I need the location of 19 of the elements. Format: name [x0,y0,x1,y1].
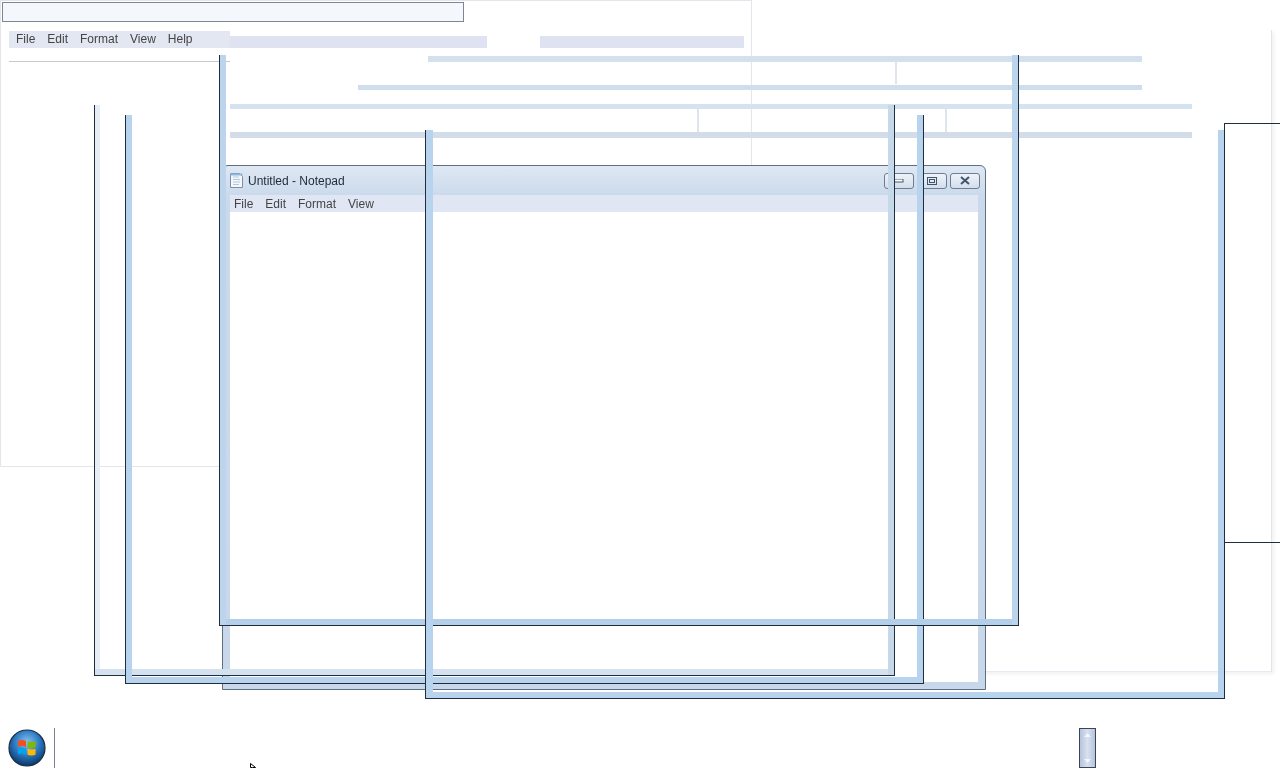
minimize-icon [894,178,904,183]
menu-item[interactable]: Help [167,32,193,47]
menu-item[interactable]: Edit [265,196,287,211]
menu-item[interactable]: View [130,32,156,47]
menu-item[interactable]: File [16,32,36,47]
menu-item[interactable]: View [348,196,374,211]
spin-button[interactable] [1079,728,1096,768]
start-button[interactable] [8,729,46,767]
input-field[interactable] [2,2,464,22]
window-title: Untitled - Notepad [248,173,345,188]
flag-orb-icon [8,729,46,767]
menu-item[interactable]: Edit [47,32,69,47]
close-button[interactable] [950,172,980,189]
maximize-icon [927,176,937,185]
close-icon [960,176,970,185]
document-icon [230,173,243,188]
menu-item[interactable]: File [234,196,254,211]
menu-item[interactable]: Format [298,196,337,211]
menu-item[interactable]: Format [80,32,119,47]
